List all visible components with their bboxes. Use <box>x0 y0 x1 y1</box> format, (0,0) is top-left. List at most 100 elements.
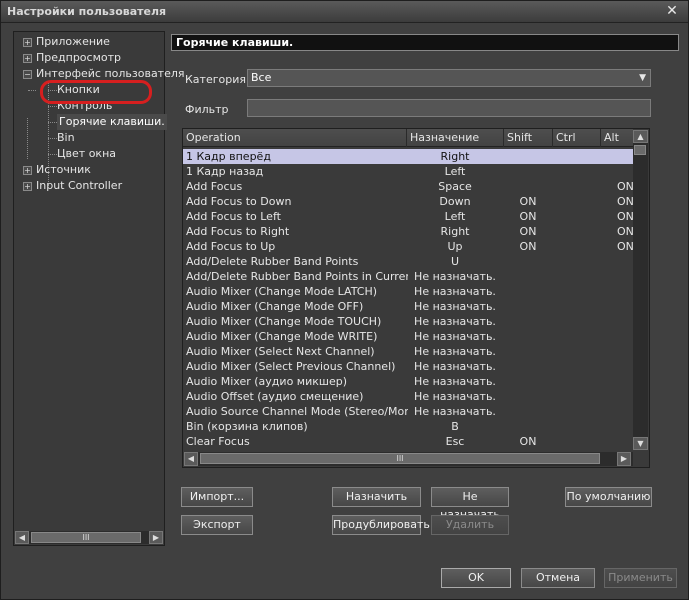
cell-assignment: Down <box>439 195 471 208</box>
column-header-operation[interactable]: Operation <box>183 129 407 147</box>
tree-connector <box>48 122 57 123</box>
cell-alt <box>617 329 633 344</box>
import-button[interactable]: Импорт... <box>181 487 253 507</box>
export-button[interactable]: Экспорт <box>181 515 253 535</box>
cell-alt <box>617 314 633 329</box>
table-row[interactable]: Audio Mixer (Change Mode OFF) Не назначат… <box>183 299 633 314</box>
table-row[interactable]: 1 Кадр вперёд Right <box>183 149 633 164</box>
tree-item-label: Источник <box>36 163 91 176</box>
window-title: Настройки пользователя <box>7 5 167 18</box>
cell-operation: Add/Delete Rubber Band Points <box>186 255 359 268</box>
table-row[interactable]: Audio Mixer (Select Next Channel) Не назн… <box>183 344 633 359</box>
cell-operation: Audio Mixer (Select Previous Channel) <box>186 360 396 373</box>
cell-assignment: Не назначать. <box>414 270 496 283</box>
expand-icon[interactable]: + <box>23 166 32 175</box>
cell-alt: ON <box>617 180 633 193</box>
table-row[interactable]: Add Focus to Left Left ON ON <box>183 209 633 224</box>
cell-ctrl <box>554 149 598 164</box>
table-row[interactable]: Bin (корзина клипов) B <box>183 419 633 434</box>
close-icon[interactable]: ✕ <box>664 3 680 19</box>
user-settings-window: Настройки пользователя ✕ + Приложение + … <box>0 0 689 600</box>
cell-shift <box>505 359 551 374</box>
grid-header: Operation Назначение Shift Ctrl Alt <box>183 129 633 147</box>
table-row[interactable]: Add Focus Space ON <box>183 179 633 194</box>
cell-ctrl <box>554 374 598 389</box>
cell-shift <box>505 329 551 344</box>
scroll-up-icon[interactable]: ▲ <box>633 130 648 143</box>
settings-tree: + Приложение + Предпросмотр − Интерфейс … <box>13 31 185 546</box>
filter-input[interactable] <box>247 99 651 117</box>
grid-horizontal-scrollbar[interactable]: ◀ III ▶ <box>184 452 633 466</box>
table-row[interactable]: Add Focus to Down Down ON ON <box>183 194 633 209</box>
expand-icon[interactable]: + <box>23 38 32 47</box>
cell-alt <box>617 269 633 284</box>
cell-alt <box>617 389 633 404</box>
title-bar[interactable]: Настройки пользователя ✕ <box>1 1 688 23</box>
scroll-right-icon[interactable]: ▶ <box>149 531 163 544</box>
apply-button[interactable]: Применить <box>604 568 677 588</box>
grid-vertical-scrollbar[interactable]: ▲ ▼ <box>633 130 648 450</box>
expand-icon[interactable]: + <box>23 182 32 191</box>
tree-item-label: Input Controller <box>36 179 123 192</box>
table-row[interactable]: Add/Delete Rubber Band Points in Current… <box>183 269 633 284</box>
scrollbar-thumb[interactable]: III <box>31 532 141 543</box>
chevron-down-icon[interactable]: ▼ <box>639 70 646 86</box>
ok-button[interactable]: OK <box>441 568 511 588</box>
scrollbar-thumb[interactable]: III <box>200 453 600 464</box>
cancel-button[interactable]: Отмена <box>521 568 595 588</box>
collapse-icon[interactable]: − <box>23 70 32 79</box>
cell-alt <box>617 299 633 314</box>
column-header-shift[interactable]: Shift <box>504 129 553 147</box>
table-row[interactable]: Audio Mixer (Change Mode TOUCH) Не назнач… <box>183 314 633 329</box>
table-row[interactable]: Audio Source Channel Mode (Stereo/Monora… <box>183 404 633 419</box>
cell-shift: ON <box>519 435 537 448</box>
cell-alt <box>617 284 633 299</box>
red-annotation-circle <box>40 80 152 104</box>
column-header-ctrl[interactable]: Ctrl <box>553 129 601 147</box>
column-header-alt[interactable]: Alt <box>601 129 633 147</box>
category-dropdown[interactable]: Все ▼ <box>247 69 651 87</box>
table-row[interactable]: 1 Кадр назад Left <box>183 164 633 179</box>
scroll-left-icon[interactable]: ◀ <box>15 531 29 544</box>
tree-item-label: Предпросмотр <box>36 51 121 64</box>
scroll-down-icon[interactable]: ▼ <box>633 437 648 450</box>
table-row[interactable]: Audio Mixer (Change Mode LATCH) Не назнач… <box>183 284 633 299</box>
section-title: Горячие клавиши. <box>171 34 679 51</box>
table-row[interactable]: Audio Mixer (аудио микшер) Не назначать. <box>183 374 633 389</box>
cell-assignment: Right <box>440 150 470 163</box>
cell-operation: Add/Delete Rubber Band Points in Current… <box>186 270 408 283</box>
table-row[interactable]: Audio Mixer (Select Previous Channel) Не … <box>183 359 633 374</box>
unassign-button[interactable]: Не назначать <box>431 487 509 521</box>
table-row[interactable]: Audio Offset (аудио смещение) Не назначат… <box>183 389 633 404</box>
category-value: Все <box>251 71 272 84</box>
table-row[interactable]: Add/Delete Rubber Band Points U <box>183 254 633 269</box>
table-row[interactable]: Audio Mixer (Change Mode WRITE) Не назнач… <box>183 329 633 344</box>
cell-alt <box>617 149 633 164</box>
cell-assignment: Не назначать. <box>414 315 496 328</box>
scrollbar-thumb[interactable] <box>634 145 646 155</box>
cell-shift <box>505 389 551 404</box>
cell-shift: ON <box>519 210 537 223</box>
column-header-assignment[interactable]: Назначение <box>407 129 504 147</box>
cell-ctrl <box>554 254 598 269</box>
cell-ctrl <box>554 344 598 359</box>
cell-operation: Add Focus to Down <box>186 195 292 208</box>
cell-assignment: U <box>450 255 460 268</box>
cell-ctrl <box>554 329 598 344</box>
delete-button[interactable]: Удалить <box>431 515 509 535</box>
assign-button[interactable]: Назначить <box>332 487 421 507</box>
scroll-right-icon[interactable]: ▶ <box>617 452 631 466</box>
cell-alt: ON <box>617 240 633 253</box>
restore-defaults-button[interactable]: По умолчанию <box>565 487 652 507</box>
table-row[interactable]: Add Focus to Up Up ON ON <box>183 239 633 254</box>
expand-icon[interactable]: + <box>23 54 32 63</box>
duplicate-button[interactable]: Продублировать <box>332 515 430 535</box>
tree-connector <box>27 118 28 159</box>
scroll-left-icon[interactable]: ◀ <box>184 452 198 466</box>
cell-operation: Add Focus to Left <box>186 210 281 223</box>
tree-item-label: Горячие клавиши. <box>57 114 167 130</box>
table-row[interactable]: Add Focus to Right Right ON ON <box>183 224 633 239</box>
table-row[interactable]: Clear Focus Esc ON <box>183 434 633 449</box>
cell-ctrl <box>554 284 598 299</box>
tree-horizontal-scrollbar[interactable]: ◀ III ▶ <box>15 531 163 544</box>
